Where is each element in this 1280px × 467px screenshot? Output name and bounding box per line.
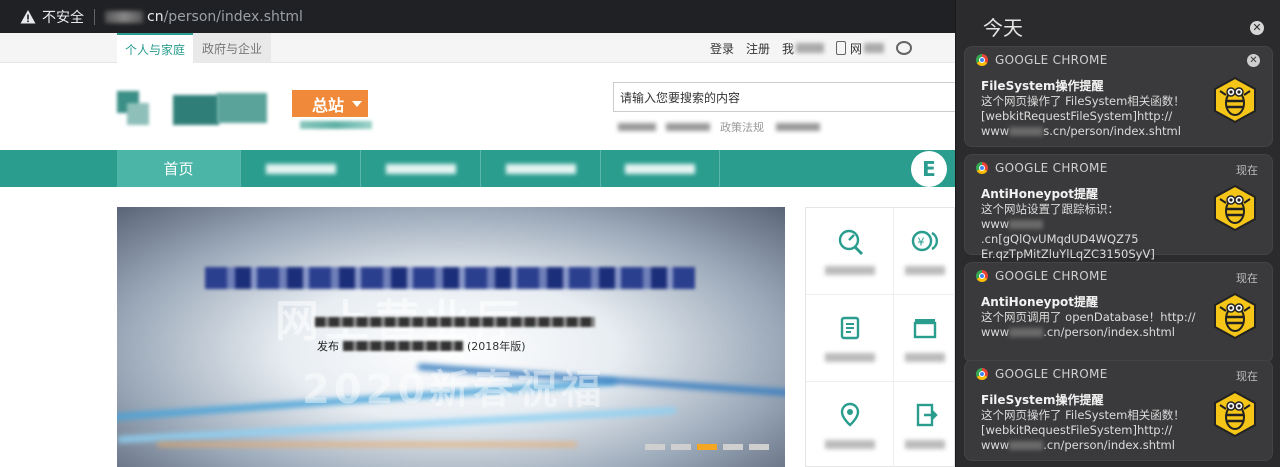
- webpage: 个人与家庭 政府与企业 登录 注册 我 网 总站 请输入您要搜索的内容 政策法规…: [0, 33, 955, 467]
- e-service-icon[interactable]: E: [911, 151, 947, 187]
- notification-body: 这个网页调用了 openDatabase！http:// www .cn/pers…: [981, 310, 1196, 339]
- redacted-slogan: [300, 121, 372, 129]
- nav-item[interactable]: [600, 150, 720, 187]
- browser-address-bar[interactable]: 不安全 cn/person/index.shtml: [0, 0, 955, 33]
- notification-card[interactable]: GOOGLE CHROME 现在 AntiHoneypot提醒 这个网站设置了跟…: [964, 154, 1273, 261]
- login-link[interactable]: 登录: [710, 40, 734, 57]
- banner-subtitle-2: 发布 (2018年版): [317, 338, 526, 354]
- phone-icon[interactable]: [836, 41, 847, 55]
- banner-year-text: 2020新春祝福: [302, 367, 606, 413]
- url-path: /person/index.shtml: [163, 8, 303, 25]
- hot-word[interactable]: 政策法规: [720, 119, 764, 135]
- nav-item[interactable]: [480, 150, 600, 187]
- exit-door-icon: [916, 403, 938, 427]
- top-links: 登录 注册 我 网: [710, 33, 924, 63]
- banner-subtitle-redacted: [315, 317, 595, 327]
- notification-body: 这个网页操作了 FileSystem相关函数！ [webkitRequestFi…: [981, 408, 1185, 452]
- nav-home[interactable]: 首页: [117, 150, 240, 187]
- antihoneypot-bee-icon: [1214, 293, 1256, 339]
- video-clapper-icon: [913, 319, 937, 339]
- notification-time: 现在: [1236, 164, 1258, 177]
- notification-card[interactable]: GOOGLE CHROME 现在 FileSystem操作提醒 这个网页操作了 …: [964, 360, 1273, 461]
- hot-word[interactable]: [666, 123, 710, 131]
- banner-headline-redacted: [205, 267, 695, 289]
- redacted-text: [796, 43, 825, 53]
- nav-item[interactable]: [240, 150, 360, 187]
- hero-banner[interactable]: 网上营业厅 发布 (2018年版) 2020新春祝福: [117, 207, 785, 467]
- site-logo[interactable]: [113, 85, 273, 135]
- service-tile[interactable]: [806, 382, 894, 467]
- close-icon[interactable]: ✕: [1247, 54, 1260, 67]
- banner-line2-suffix: (2018年版): [467, 340, 526, 353]
- divider: [94, 8, 95, 25]
- antihoneypot-bee-icon: [1214, 77, 1256, 123]
- map-location-icon: [840, 402, 859, 427]
- speed-query-icon: [838, 229, 863, 256]
- url-text[interactable]: cn/person/index.shtml: [147, 9, 303, 25]
- chrome-icon: [976, 162, 988, 174]
- service-tile[interactable]: ¥: [894, 208, 955, 295]
- main-nav: 首页 E: [0, 150, 955, 187]
- antihoneypot-bee-icon: [1214, 391, 1256, 437]
- bill-document-icon: [840, 316, 859, 340]
- register-link[interactable]: 注册: [746, 40, 770, 57]
- carousel-dot[interactable]: [671, 444, 691, 450]
- service-tile[interactable]: [806, 295, 894, 382]
- service-grid: ¥: [805, 207, 955, 467]
- notification-time: 现在: [1236, 272, 1258, 285]
- carousel-dots: [645, 444, 775, 450]
- notification-title: FileSystem操作提醒: [981, 79, 1104, 93]
- chrome-icon: [976, 54, 988, 66]
- nav-item[interactable]: [360, 150, 480, 187]
- tab-government-enterprise[interactable]: 政府与企业: [193, 33, 271, 63]
- notification-app: GOOGLE CHROME: [995, 367, 1108, 381]
- hot-word[interactable]: [776, 123, 820, 131]
- carousel-dot[interactable]: [723, 444, 743, 450]
- warning-icon[interactable]: [20, 9, 36, 25]
- chrome-icon: [976, 270, 988, 282]
- redacted-text: [864, 43, 885, 53]
- notification-title: AntiHoneypot提醒: [981, 295, 1099, 309]
- service-tile[interactable]: [894, 382, 955, 467]
- clear-all-icon[interactable]: ✕: [1250, 21, 1264, 35]
- branch-label: 总站: [312, 95, 345, 115]
- weibo-icon[interactable]: [896, 41, 913, 55]
- search-input[interactable]: 请输入您要搜索的内容: [613, 82, 955, 112]
- hot-search-words: 政策法规: [618, 119, 830, 135]
- svg-text:¥: ¥: [918, 236, 925, 249]
- hot-word[interactable]: [618, 123, 656, 131]
- mobile-site-link[interactable]: 网: [850, 40, 862, 57]
- notification-app: GOOGLE CHROME: [995, 53, 1108, 67]
- carousel-dot-active[interactable]: [697, 444, 717, 450]
- branch-select-button[interactable]: 总站: [292, 90, 368, 117]
- carousel-dot[interactable]: [645, 444, 665, 450]
- top-bar: 个人与家庭 政府与企业 登录 注册 我 网: [0, 33, 955, 63]
- notification-center: 今天 ✕ GOOGLE CHROME ✕ FileSystem操作提醒 这个网页…: [955, 0, 1280, 467]
- notification-time: 现在: [1236, 370, 1258, 383]
- url-domain-suffix: cn: [147, 8, 164, 25]
- antihoneypot-bee-icon: [1214, 185, 1256, 231]
- service-tile[interactable]: [894, 295, 955, 382]
- notification-card[interactable]: GOOGLE CHROME ✕ FileSystem操作提醒 这个网页操作了 F…: [964, 46, 1273, 147]
- chevron-down-icon: [352, 100, 363, 107]
- service-tile[interactable]: [806, 208, 894, 295]
- redacted-domain: [105, 10, 143, 23]
- notification-body: 这个网站设置了跟踪标识： www.cn[gQlQvUMqdUD4WQZ75 Er…: [981, 202, 1155, 261]
- notification-card[interactable]: GOOGLE CHROME 现在 AntiHoneypot提醒 这个网页调用了 …: [964, 262, 1273, 363]
- chrome-icon: [976, 368, 988, 380]
- notification-app: GOOGLE CHROME: [995, 269, 1108, 283]
- carousel-dot[interactable]: [749, 444, 769, 450]
- notification-title: FileSystem操作提醒: [981, 393, 1104, 407]
- notification-body: 这个网页操作了 FileSystem相关函数！ [webkitRequestFi…: [981, 94, 1185, 138]
- payment-coin-icon: ¥: [911, 230, 939, 252]
- my-account-link[interactable]: 我: [782, 40, 794, 57]
- tab-personal-family[interactable]: 个人与家庭: [117, 33, 193, 63]
- banner-line2-prefix: 发布: [317, 340, 339, 353]
- notification-title: AntiHoneypot提醒: [981, 187, 1099, 201]
- notification-center-title: 今天: [983, 16, 1023, 40]
- notification-app: GOOGLE CHROME: [995, 161, 1108, 175]
- security-label[interactable]: 不安全: [42, 7, 84, 27]
